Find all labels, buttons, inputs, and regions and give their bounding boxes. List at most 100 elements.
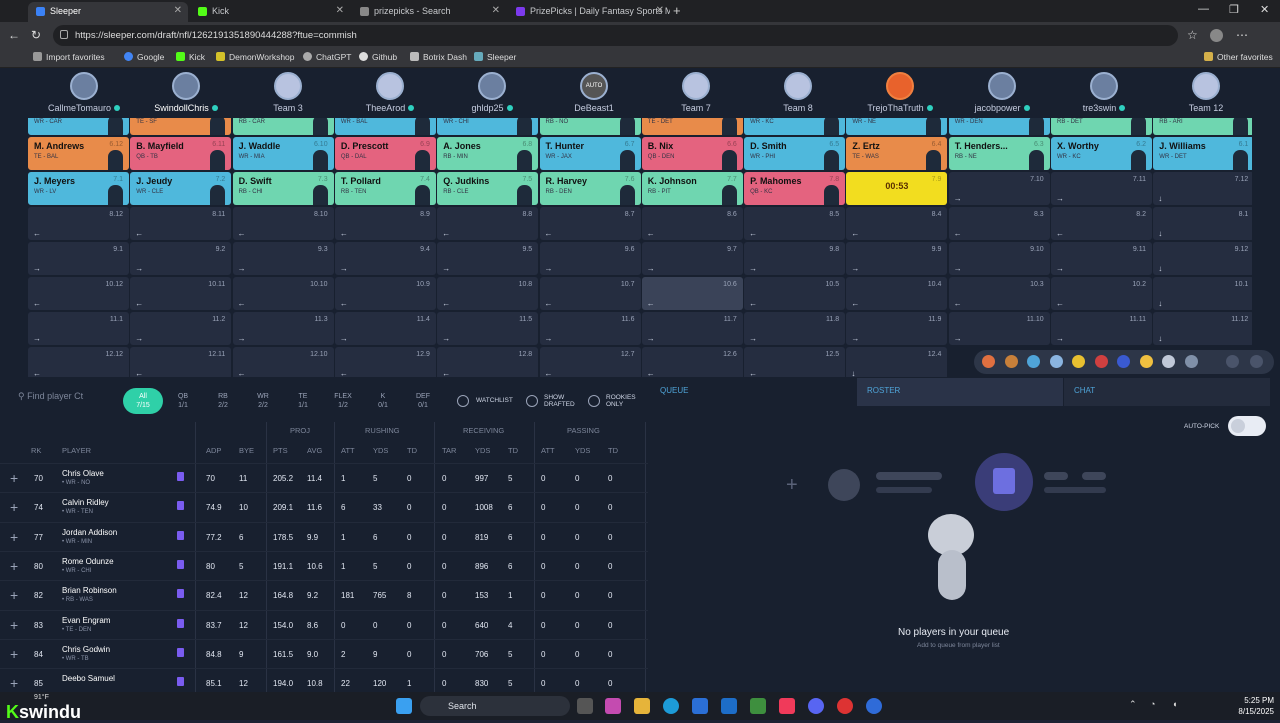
itunes-icon[interactable]	[779, 698, 795, 714]
network-icon[interactable]: ◔	[1150, 699, 1155, 709]
draft-pick[interactable]: 10.10 ←	[232, 277, 334, 310]
tray-chevron-icon[interactable]: ⌃	[1129, 699, 1137, 710]
draft-pick[interactable]: D. MooreWR - CHI4.5	[437, 118, 539, 135]
draft-pick[interactable]: 8.1 ↓	[1153, 207, 1252, 240]
file-explorer-icon[interactable]	[634, 698, 650, 714]
player-row[interactable]: +70 Chris Olave • WR - NO 70 11 205.2 11.4 1 5 0 0…	[0, 463, 648, 492]
search-input[interactable]: Find player Ct	[27, 391, 83, 401]
draft-pick[interactable]: 10.3 ←	[948, 277, 1050, 310]
draft-pick[interactable]: 8.8 ←	[437, 207, 539, 240]
close-tab-icon[interactable]: ✕	[656, 5, 664, 16]
draft-pick[interactable]: 12.6 ←	[641, 347, 743, 377]
draft-pick[interactable]: 8.10 ←	[232, 207, 334, 240]
new-tab-icon[interactable]: +	[673, 3, 681, 18]
draft-pick[interactable]: 11.11 →	[1051, 312, 1152, 345]
draft-pick[interactable]: 10.11 ←	[130, 277, 232, 310]
team-slot[interactable]: TrejoThaTruth	[850, 72, 950, 113]
emoji-reaction-icon[interactable]	[1094, 355, 1108, 368]
draft-pick[interactable]: 11.2 →	[130, 312, 232, 345]
autopick-toggle[interactable]	[1228, 416, 1266, 436]
chrome-icon[interactable]	[837, 698, 853, 714]
draft-pick[interactable]: 8.4 ←	[846, 207, 948, 240]
draft-pick[interactable]: 8.6 ←	[641, 207, 743, 240]
team-slot[interactable]: SwindollChris	[136, 72, 236, 113]
volume-icon[interactable]: ◖	[1172, 699, 1177, 709]
draft-pick[interactable]: 11.8 →	[744, 312, 846, 345]
bookmark-google[interactable]: Google	[124, 52, 164, 62]
draft-pick[interactable]: 8.5 ←	[744, 207, 846, 240]
draft-pick[interactable]: 7.11 →	[1051, 172, 1152, 205]
draft-pick[interactable]: 9.8 →	[744, 242, 846, 275]
player-search[interactable]: ⚲ Find player Ct	[18, 391, 108, 409]
draft-pick[interactable]: D. Montgo...RB - DET4.11	[1051, 118, 1152, 135]
position-filter-qb[interactable]: QB 1/1	[163, 388, 203, 414]
discord-icon[interactable]	[808, 698, 824, 714]
nvidia-icon[interactable]	[750, 698, 766, 714]
team-slot[interactable]: Team 8	[748, 72, 848, 113]
position-filter-rb[interactable]: RB 2/2	[203, 388, 243, 414]
add-to-queue-icon[interactable]: +	[10, 470, 18, 486]
bookmark-import-favorites[interactable]: Import favorites	[33, 52, 105, 62]
draft-pick[interactable]: 8.3 ←	[948, 207, 1050, 240]
app-icon[interactable]	[866, 698, 882, 714]
draft-pick[interactable]: 11.6 →	[539, 312, 641, 345]
add-to-queue-icon[interactable]: +	[10, 558, 18, 574]
emoji-reaction-icon[interactable]	[1049, 355, 1063, 368]
draft-pick[interactable]: Q. Judkins RB - CLE 7.5	[437, 172, 539, 205]
tab-prizepicks[interactable]: PrizePicks | Daily Fantasy Sports M ✕	[508, 2, 670, 22]
player-row[interactable]: +82 Brian Robinson • RB - WAS 82.4 12 164.8 9.…	[0, 580, 648, 609]
system-clock[interactable]: 5:25 PM 8/15/2025	[1234, 695, 1274, 717]
draft-pick[interactable]: 8.11 ←	[130, 207, 232, 240]
add-to-queue-icon[interactable]: +	[10, 587, 18, 603]
team-slot[interactable]: ghldp25	[442, 72, 542, 113]
player-name[interactable]: Deebo Samuel	[62, 674, 115, 683]
draft-pick[interactable]: J. Waddle WR - MIA 6.10	[232, 137, 334, 170]
url-field[interactable]: https://sleeper.com/draft/nfl/1262191351…	[53, 25, 1178, 46]
position-filter-flex[interactable]: FLEX 1/2	[323, 388, 363, 414]
draft-pick[interactable]: T. McMillanWR - CAR4.1	[28, 118, 129, 135]
draft-pick[interactable]: Z. Ertz TE - WAS 6.4	[846, 137, 948, 170]
draft-pick[interactable]: A. Jones RB - MIN 6.8	[437, 137, 539, 170]
add-to-queue-icon[interactable]: +	[10, 646, 18, 662]
draft-pick[interactable]: X. Worthy WR - KC 6.2	[1051, 137, 1152, 170]
outlook-icon[interactable]	[721, 698, 737, 714]
draft-pick[interactable]: 9.5 →	[437, 242, 539, 275]
draft-pick[interactable]: 8.9 ←	[334, 207, 436, 240]
player-row[interactable]: +83 Evan Engram • TE - DEN 83.7 12 154.0 8.6 0 0…	[0, 609, 648, 639]
draft-pick[interactable]: T. KittleTE - SF4.2	[130, 118, 232, 135]
draft-pick[interactable]: B. Mayfield QB - TB 6.11	[130, 137, 232, 170]
emoji-reaction-icon[interactable]	[1184, 355, 1198, 368]
draft-pick[interactable]: 7.10 →	[948, 172, 1050, 205]
chat-tab[interactable]: CHAT	[1064, 378, 1270, 406]
close-window-icon[interactable]: ✕	[1260, 3, 1269, 16]
weather-widget[interactable]: 91°F	[34, 694, 49, 701]
emoji-reaction-icon[interactable]	[1162, 355, 1175, 368]
close-tab-icon[interactable]: ✕	[174, 5, 182, 16]
draft-pick[interactable]: 10.1 ↓	[1153, 277, 1252, 310]
draft-pick[interactable]: A. KamaraRB - NO4.6	[539, 118, 641, 135]
bookmark-demonworkshop[interactable]: DemonWorkshop	[216, 52, 295, 62]
draft-pick[interactable]: 12.11 ←	[130, 347, 232, 377]
draft-pick[interactable]: P. Mahomes QB - KC 7.8	[744, 172, 846, 205]
task-view-icon[interactable]	[577, 698, 593, 714]
player-notes-icon[interactable]	[177, 559, 184, 569]
draft-pick[interactable]: 9.6 →	[539, 242, 641, 275]
player-notes-icon[interactable]	[177, 589, 184, 599]
emoji-reaction-icon[interactable]	[1139, 355, 1153, 368]
team-slot[interactable]: TheeArod	[340, 72, 440, 113]
tab-kick[interactable]: Kick ✕	[190, 2, 350, 22]
player-name[interactable]: Evan Engram	[62, 616, 110, 625]
draft-pick[interactable]: 8.7 ←	[539, 207, 641, 240]
emoji-reaction-icon[interactable]	[1117, 355, 1130, 368]
player-name[interactable]: Chris Godwin	[62, 645, 110, 654]
draft-pick[interactable]: 9.3 →	[232, 242, 334, 275]
bookmark-kick[interactable]: Kick	[176, 52, 205, 62]
bookmark-botrix[interactable]: Botrix Dash	[410, 52, 467, 62]
player-name[interactable]: Brian Robinson	[62, 586, 117, 595]
player-notes-icon[interactable]	[177, 472, 184, 481]
other-favorites[interactable]: Other favorites	[1204, 52, 1273, 62]
player-row[interactable]: +85 Deebo Samuel 85.1 12 194.0 10.8 22 120 1 0 830…	[0, 668, 648, 692]
draft-pick[interactable]: 12.5 ←	[744, 347, 846, 377]
store-icon[interactable]	[692, 698, 708, 714]
draft-pick[interactable]: 10.6 ←	[641, 277, 743, 310]
